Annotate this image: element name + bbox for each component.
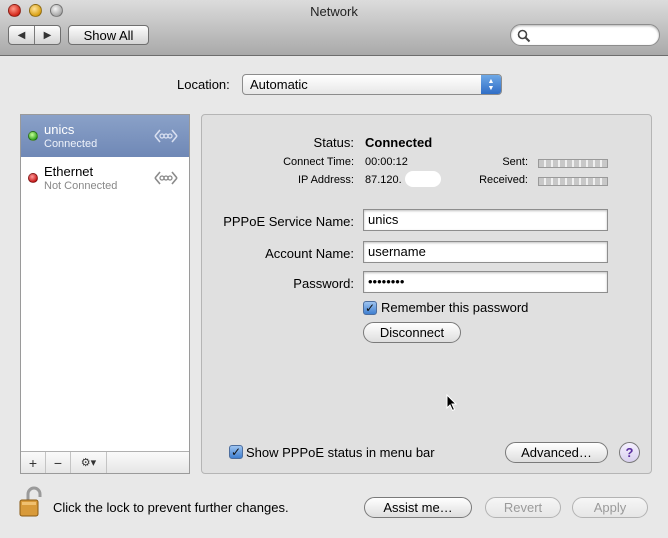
service-item-unics[interactable]: unics Connected (21, 115, 189, 157)
password-field[interactable]: •••••••• (363, 271, 608, 293)
show-status-checkbox[interactable]: ✓ (229, 445, 243, 459)
lock-message: Click the lock to prevent further change… (53, 500, 289, 515)
connect-time-label: Connect Time: (283, 156, 354, 168)
connect-time-value: 00:00:12 (365, 156, 408, 168)
service-name: unics (44, 122, 75, 137)
detail-panel: Status: Connected Connect Time: 00:00:12… (201, 114, 652, 474)
status-dot-icon (28, 131, 38, 141)
account-name-label: Account Name: (265, 246, 354, 261)
status-dot-icon (28, 173, 38, 183)
ip-redaction (405, 171, 441, 187)
service-name: Ethernet (44, 164, 94, 179)
received-meter (538, 174, 608, 189)
status-value: Connected (365, 135, 433, 150)
service-item-ethernet[interactable]: Ethernet Not Connected (21, 157, 189, 199)
disconnect-button[interactable]: Disconnect (363, 322, 461, 343)
service-list-toolbar: + − ⚙▾ (21, 451, 189, 473)
service-name-label: PPPoE Service Name: (223, 214, 354, 229)
status-label: Status: (313, 135, 354, 150)
location-value: Automatic (250, 77, 308, 92)
service-status: Not Connected (44, 180, 118, 192)
received-label: Received: (479, 174, 528, 186)
back-button[interactable]: ◀ (9, 26, 34, 44)
help-button[interactable]: ? (619, 442, 640, 463)
connection-icon (154, 171, 178, 185)
location-label: Location: (177, 77, 230, 92)
gear-icon[interactable]: ⚙▾ (71, 452, 107, 473)
sent-meter (538, 156, 608, 171)
password-label: Password: (293, 276, 354, 291)
account-name-field[interactable]: username (363, 241, 608, 263)
search-field[interactable] (510, 24, 660, 46)
ip-address-label: IP Address: (297, 174, 354, 186)
location-popup[interactable]: Automatic ▲ ▼ (242, 74, 502, 95)
revert-button[interactable]: Revert (485, 497, 561, 518)
remove-service-button[interactable]: − (46, 452, 71, 473)
window-title: Network (310, 4, 358, 19)
show-status-label: Show PPPoE status in menu bar (246, 445, 435, 460)
service-status: Connected (44, 138, 98, 150)
service-name-field[interactable]: unics (363, 209, 608, 231)
mouse-cursor-icon (446, 394, 458, 412)
remember-password-checkbox[interactable]: ✓ (363, 301, 377, 315)
popup-arrows-icon: ▲ ▼ (481, 75, 501, 94)
lock-icon[interactable] (18, 486, 44, 518)
right-arrow-icon: ▶ (43, 29, 52, 41)
advanced-button[interactable]: Advanced… (505, 442, 608, 463)
add-service-button[interactable]: + (21, 452, 46, 473)
window-toolbar: Network ◀ ▶ Show All (0, 0, 668, 56)
service-list: unics Connected Ethernet Not Connected +… (20, 114, 190, 474)
back-forward-buttons: ◀ ▶ (8, 25, 61, 45)
ip-address-value: 87.120. (365, 174, 402, 186)
show-all-button[interactable]: Show All (68, 25, 149, 45)
apply-button[interactable]: Apply (572, 497, 648, 518)
connection-icon (154, 129, 178, 143)
left-arrow-icon: ◀ (17, 29, 26, 41)
remember-password-label: Remember this password (381, 300, 529, 315)
assist-me-button[interactable]: Assist me… (364, 497, 472, 518)
forward-button[interactable]: ▶ (34, 26, 60, 44)
sent-label: Sent: (502, 156, 528, 168)
search-icon (517, 29, 531, 43)
